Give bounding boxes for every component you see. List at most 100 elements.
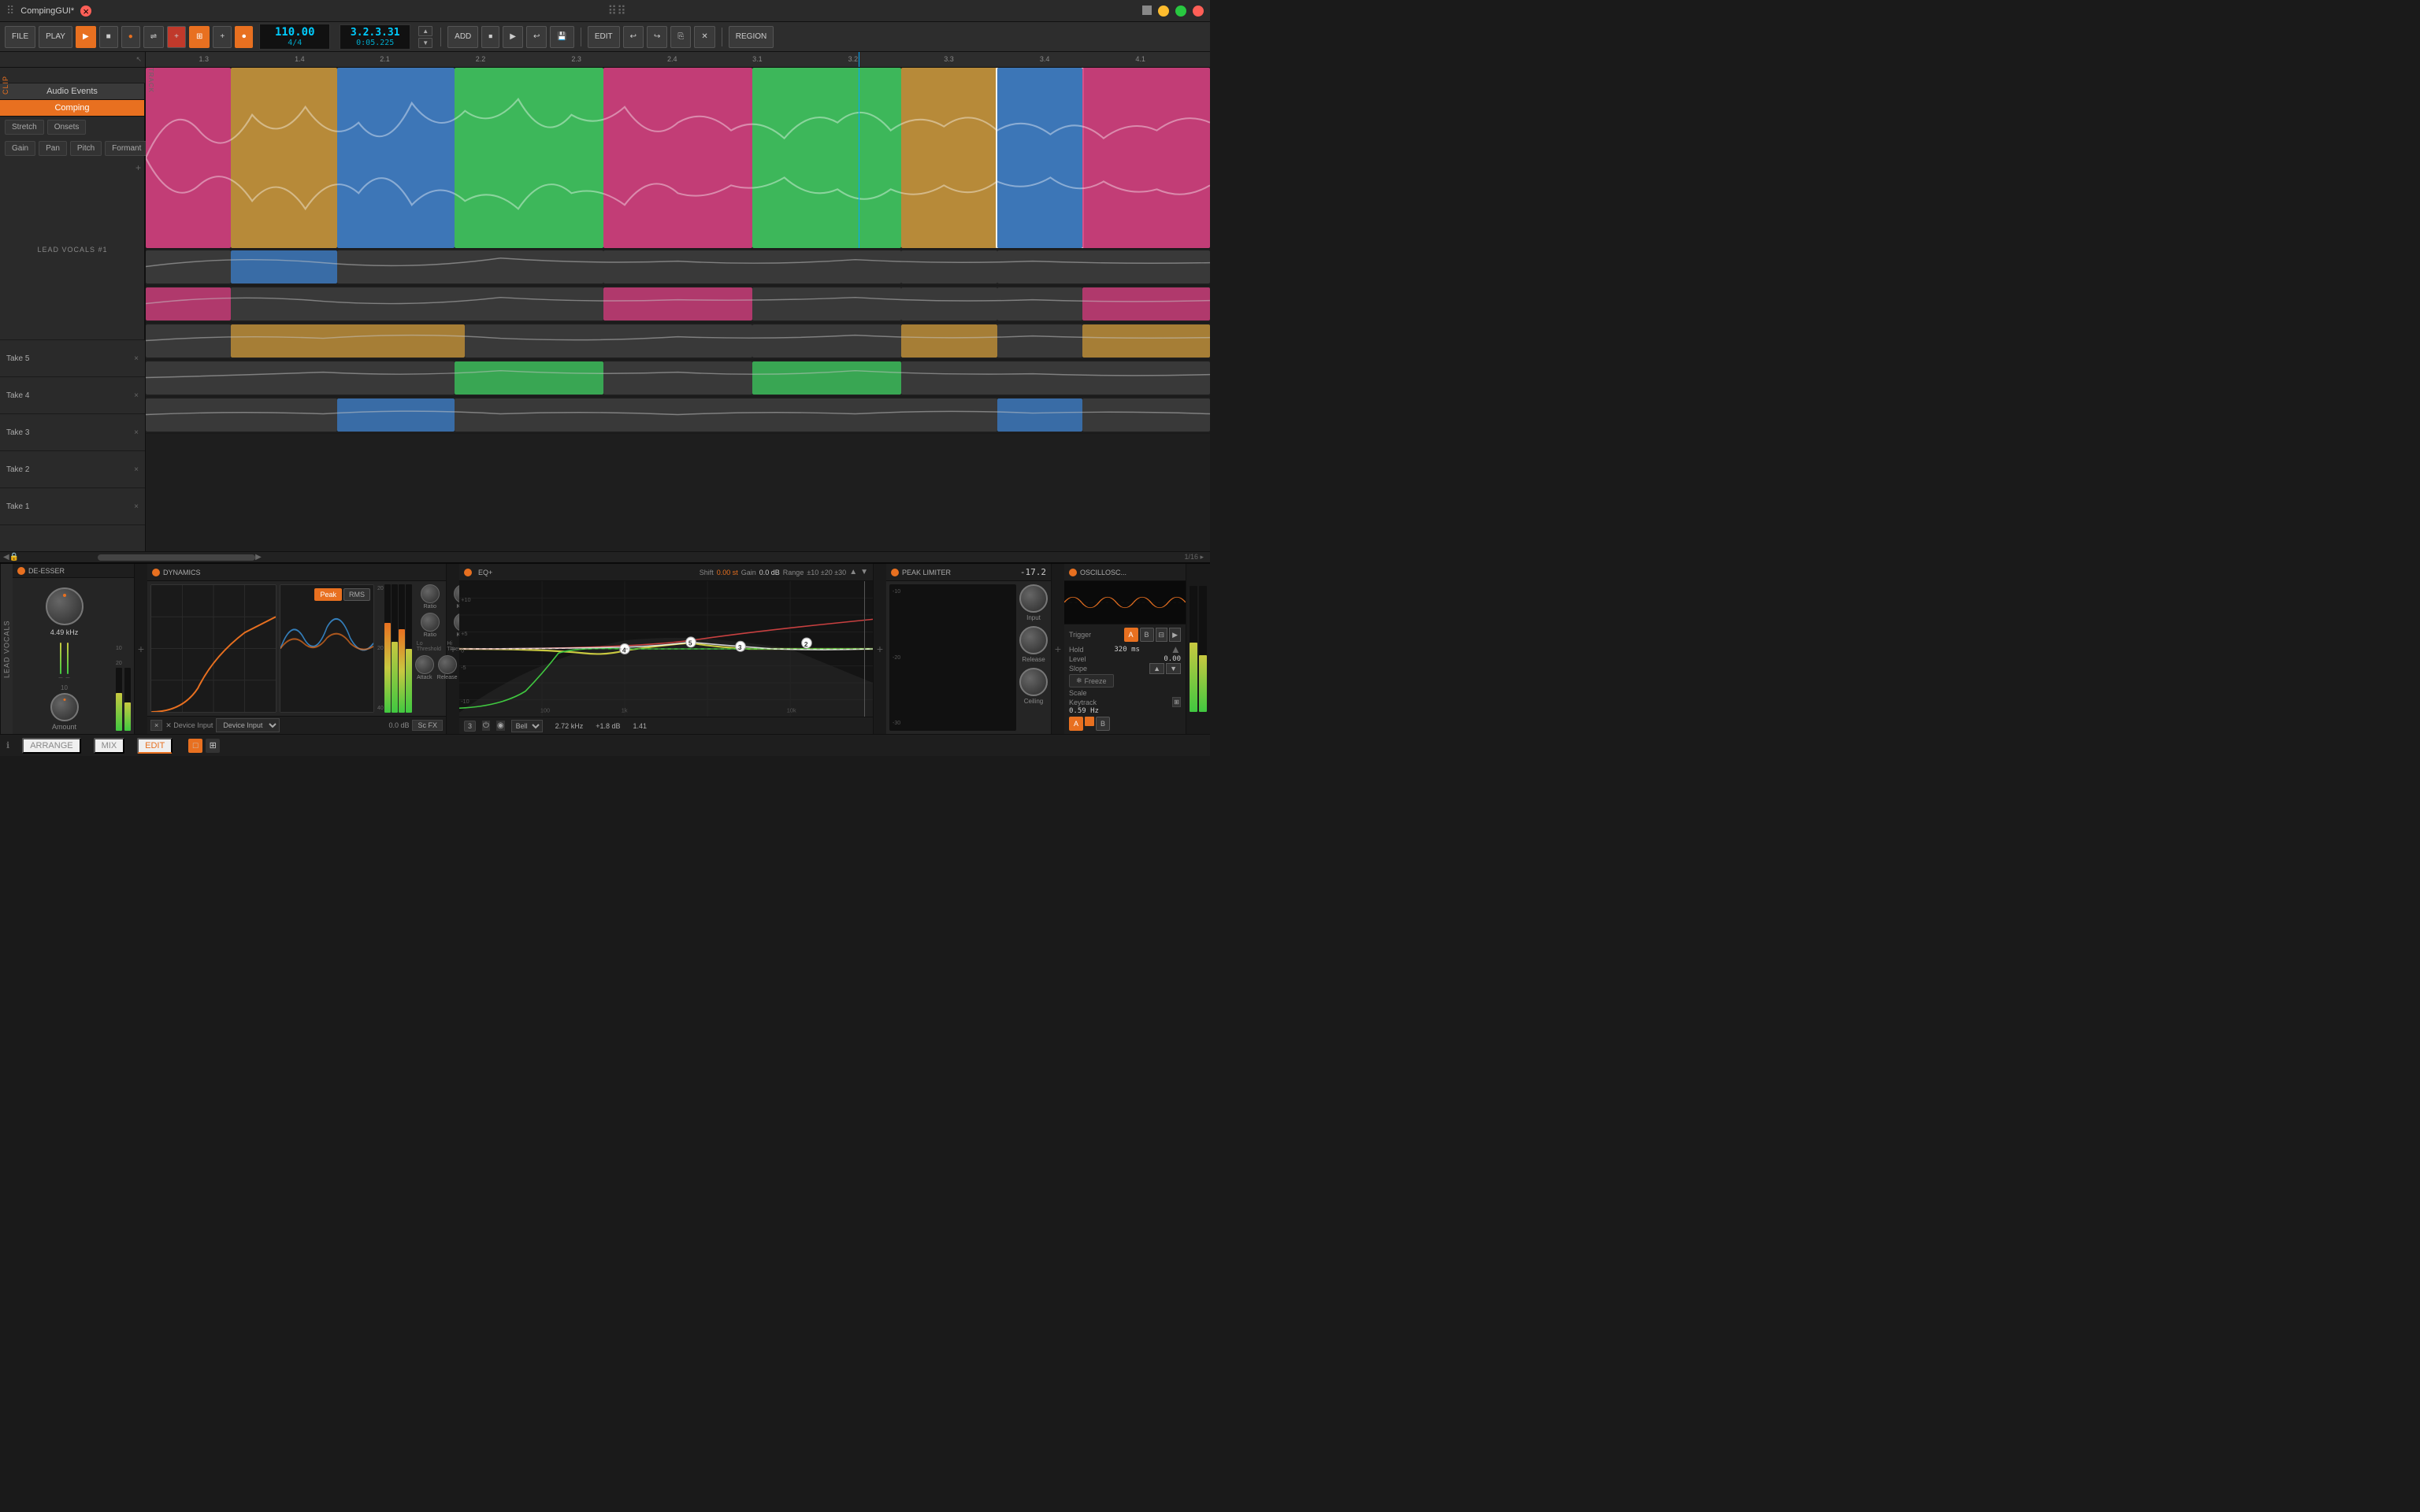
onsets-button[interactable]: Onsets (47, 120, 87, 135)
sync-up-button[interactable]: ▲ (418, 26, 432, 36)
take2-gray3[interactable] (901, 361, 1210, 395)
play-button[interactable]: ▶ (76, 26, 96, 48)
take2-green2[interactable] (752, 361, 901, 395)
horizontal-scrollbar[interactable]: ◀ 🔒 ▶ 1/16 ▸ (0, 551, 1210, 562)
release-knob-lim[interactable] (1019, 626, 1048, 654)
gain-button[interactable]: Gain (5, 141, 35, 156)
edit-tab[interactable]: EDIT (137, 738, 173, 754)
take1-gray3[interactable] (1082, 398, 1210, 432)
file-button[interactable]: FILE (5, 26, 35, 48)
sc-bypass-button[interactable]: × (150, 720, 162, 731)
eq-down-button[interactable]: ▼ (860, 568, 868, 576)
delete-button[interactable]: ✕ (694, 26, 714, 48)
take3-gold3[interactable] (1082, 324, 1210, 358)
ab-a-button[interactable]: A (1124, 628, 1138, 642)
toolbar-play2[interactable]: ▶ (503, 26, 523, 48)
take3-close-button[interactable]: × (134, 428, 139, 437)
scroll-right-arrow[interactable]: ▶ (255, 553, 262, 561)
comp-clip-green1[interactable] (455, 68, 603, 248)
copy-button[interactable]: ⎘ (670, 26, 691, 48)
play-label-button[interactable]: PLAY (39, 26, 72, 48)
take1-gray1[interactable] (146, 398, 337, 432)
stop-button[interactable]: ■ (99, 26, 118, 48)
close-tab-button[interactable]: × (80, 6, 91, 17)
take2-green1[interactable] (455, 361, 603, 395)
edit-toolbar-button[interactable]: EDIT (588, 26, 620, 48)
take5-close-button[interactable]: × (134, 354, 139, 363)
take4-gray4[interactable] (997, 287, 1082, 321)
take3-gray4[interactable] (997, 324, 1082, 358)
eq-band-power[interactable]: ⏻ (482, 721, 490, 731)
toolbar-save[interactable]: 💾 (550, 26, 573, 48)
add-take-button[interactable]: + (135, 162, 141, 173)
take5-gray4[interactable] (901, 250, 997, 284)
add2-button[interactable]: + (213, 26, 232, 48)
sync-down-button[interactable]: ▼ (418, 38, 432, 48)
rms-button[interactable]: RMS (343, 588, 370, 601)
comp-clip-blue1[interactable] (337, 68, 455, 248)
comp-clip-pink2[interactable] (603, 68, 752, 248)
toolbar-stop2[interactable]: ⏹ (481, 26, 499, 48)
take3-gold1[interactable] (231, 324, 465, 358)
arrange-tab[interactable]: ARRANGE (22, 738, 80, 754)
add-track-button[interactable]: ADD (447, 26, 478, 48)
device-input-select[interactable]: Device Input (216, 718, 280, 732)
take4-close-button[interactable]: × (134, 391, 139, 400)
status-icon-2[interactable]: ⊞ (206, 739, 220, 753)
take3-gray2[interactable] (465, 324, 752, 358)
input-knob[interactable] (1019, 584, 1048, 613)
keytrack-icon[interactable]: ⊞ (1172, 697, 1181, 707)
take2-gray1[interactable] (146, 361, 455, 395)
comp-clip-pink1[interactable] (146, 68, 231, 248)
dynamics-power-button[interactable] (152, 569, 160, 576)
take2-close-button[interactable]: × (134, 465, 139, 474)
osc-icon1[interactable]: ⊟ (1156, 628, 1168, 642)
take1-blue1[interactable] (337, 398, 455, 432)
eq-band-type-select[interactable]: Bell (511, 720, 543, 732)
ab-color-a[interactable]: A (1069, 717, 1083, 731)
take2-track[interactable] (146, 360, 1210, 397)
stretch-button[interactable]: Stretch (5, 120, 44, 135)
audio-events-button[interactable]: Audio Events (0, 83, 144, 100)
ab-color-b[interactable]: B (1096, 717, 1110, 731)
take5-gray2[interactable] (337, 250, 603, 284)
take4-gray2[interactable] (752, 287, 901, 321)
loop-button[interactable]: ⇌ (143, 26, 164, 48)
take4-gray3[interactable] (901, 287, 997, 321)
take1-gray2[interactable] (455, 398, 997, 432)
comp-clip-gold2[interactable] (901, 68, 997, 248)
attack-knob[interactable] (415, 655, 434, 674)
maximize-button[interactable] (1175, 6, 1186, 17)
mix-tab[interactable]: MIX (94, 738, 125, 754)
comp-track-waveform[interactable] (146, 68, 1210, 249)
record2-button[interactable]: ⏺ (235, 26, 253, 48)
take1-blue2[interactable] (997, 398, 1082, 432)
redo-button[interactable]: ↪ (647, 26, 667, 48)
take4-pink2[interactable] (603, 287, 752, 321)
scroll-left-arrow[interactable]: ◀ (3, 553, 9, 561)
connector-eq-peaklim[interactable]: + (874, 564, 886, 734)
take5-gray3[interactable] (603, 250, 901, 284)
comp-clip-pink3[interactable] (1082, 68, 1210, 248)
close-button[interactable] (1193, 6, 1204, 17)
take5-gray5[interactable] (997, 250, 1210, 284)
osc-icon2[interactable]: ▶ (1169, 628, 1181, 642)
add-button[interactable]: + (167, 26, 186, 48)
de-esser-amount-knob[interactable] (50, 693, 79, 721)
osc-power-button[interactable] (1069, 569, 1077, 576)
take3-track[interactable] (146, 323, 1210, 360)
comping-button[interactable]: Comping (0, 100, 144, 117)
eq-power-button[interactable] (464, 569, 472, 576)
take4-pink1[interactable] (146, 287, 231, 321)
take1-track[interactable] (146, 397, 1210, 434)
take1-close-button[interactable]: × (134, 502, 139, 511)
pan-button[interactable]: Pan (39, 141, 67, 156)
comp-clip-blue2-selected[interactable] (997, 68, 1082, 248)
eq-graph-area[interactable]: 4 5 3 2 +10 +5 0 -5 -10 100 (459, 581, 873, 717)
sc-fx-button[interactable]: Sc FX (412, 720, 443, 731)
connector-peaklim-osc[interactable]: + (1052, 564, 1064, 734)
ceiling-knob[interactable] (1019, 668, 1048, 696)
take4-track[interactable] (146, 286, 1210, 323)
connector-de-esser-dynamics[interactable]: + (135, 564, 147, 734)
take3-gray1[interactable] (146, 324, 231, 358)
